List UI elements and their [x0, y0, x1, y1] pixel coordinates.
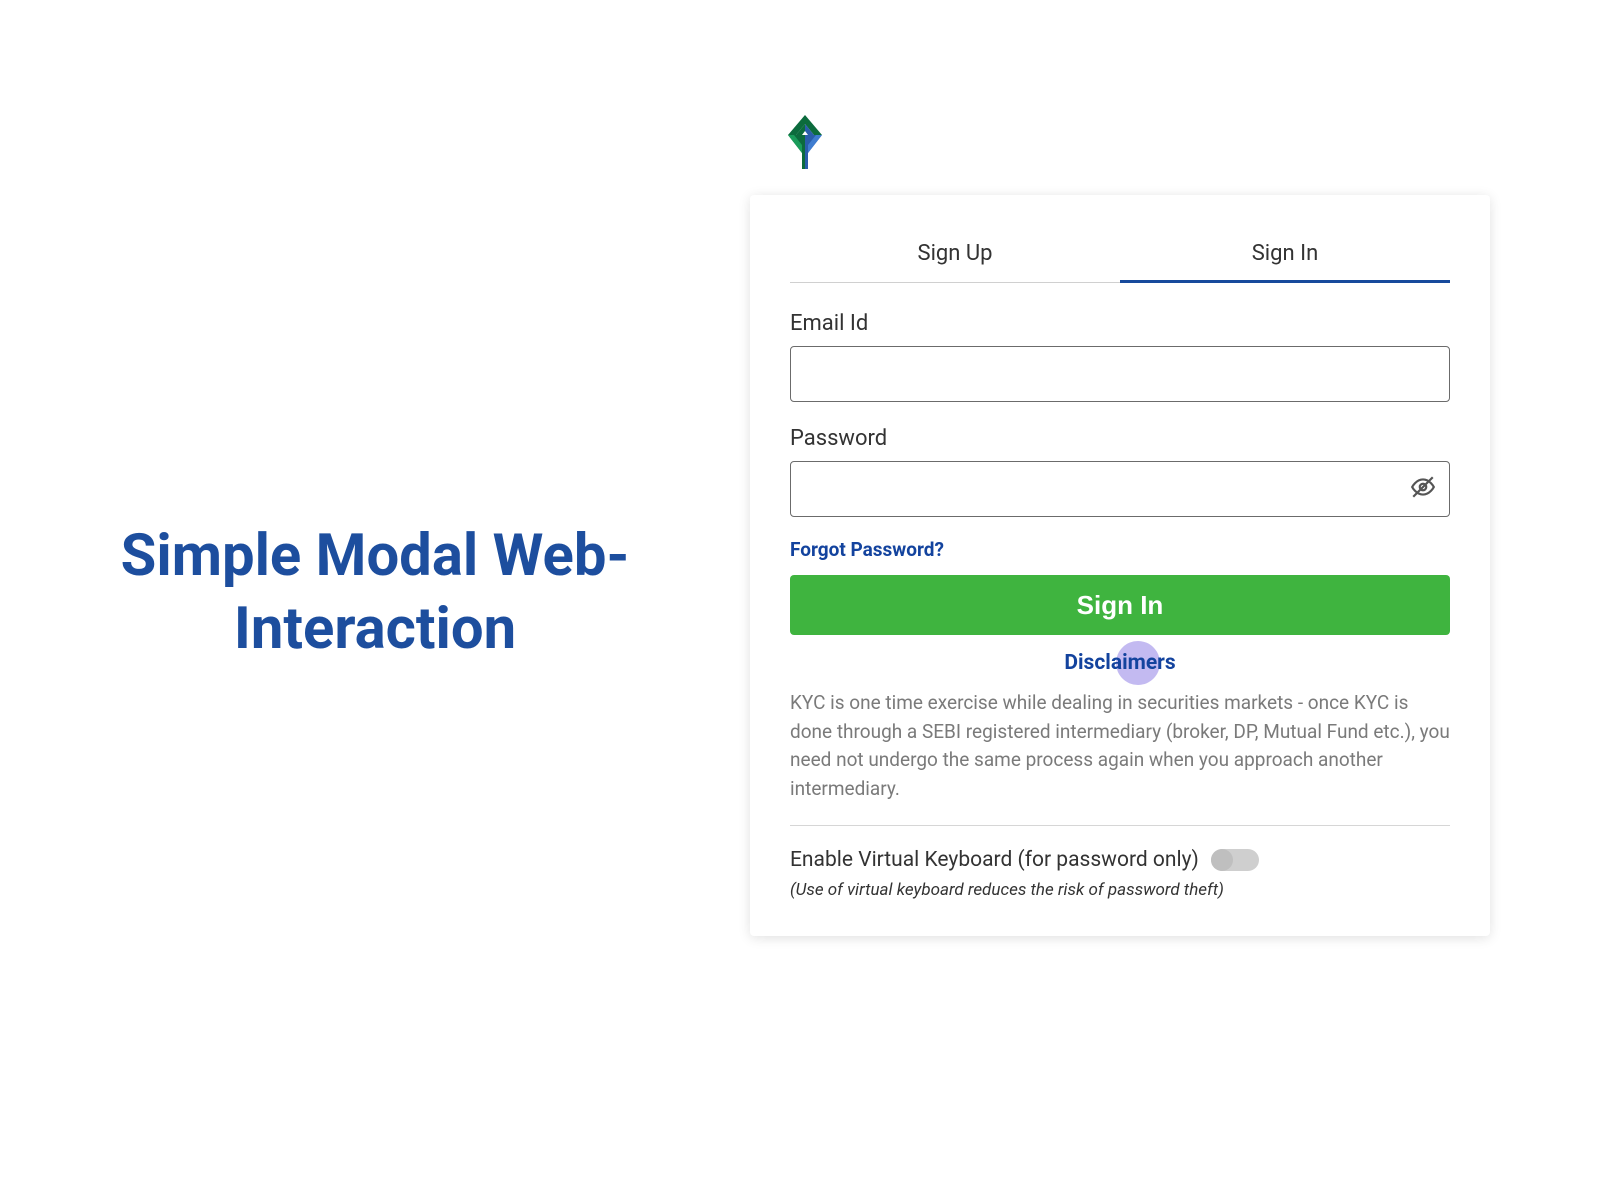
disclaimers-link-label: Disclaimers — [1064, 651, 1175, 675]
email-group: Email Id — [790, 311, 1450, 402]
divider — [790, 825, 1450, 826]
tab-signup[interactable]: Sign Up — [790, 231, 1120, 282]
disclaimers-link[interactable]: Disclaimers — [790, 651, 1450, 675]
forgot-password-link[interactable]: Forgot Password? — [790, 538, 944, 561]
email-label: Email Id — [790, 311, 1450, 336]
virtual-keyboard-toggle[interactable] — [1211, 849, 1259, 871]
password-label: Password — [790, 426, 1450, 451]
virtual-keyboard-label: Enable Virtual Keyboard (for password on… — [790, 848, 1199, 872]
password-input[interactable] — [790, 461, 1450, 517]
virtual-keyboard-note: (Use of virtual keyboard reduces the ris… — [790, 880, 1450, 900]
side-heading: Simple Modal Web-Interaction — [85, 520, 665, 665]
disclaimers-body: KYC is one time exercise while dealing i… — [790, 689, 1450, 803]
tab-signin[interactable]: Sign In — [1120, 231, 1450, 283]
auth-tabs: Sign Up Sign In — [790, 231, 1450, 283]
signin-button[interactable]: Sign In — [790, 575, 1450, 635]
auth-card: Sign Up Sign In Email Id Password Forgot — [750, 195, 1490, 936]
virtual-keyboard-row: Enable Virtual Keyboard (for password on… — [790, 848, 1450, 872]
auth-panel: Sign Up Sign In Email Id Password Forgot — [750, 115, 1490, 936]
password-group: Password — [790, 426, 1450, 517]
brand-logo — [780, 115, 1490, 173]
email-input[interactable] — [790, 346, 1450, 402]
toggle-password-visibility-icon[interactable] — [1410, 474, 1436, 504]
toggle-knob-icon — [1211, 849, 1233, 871]
